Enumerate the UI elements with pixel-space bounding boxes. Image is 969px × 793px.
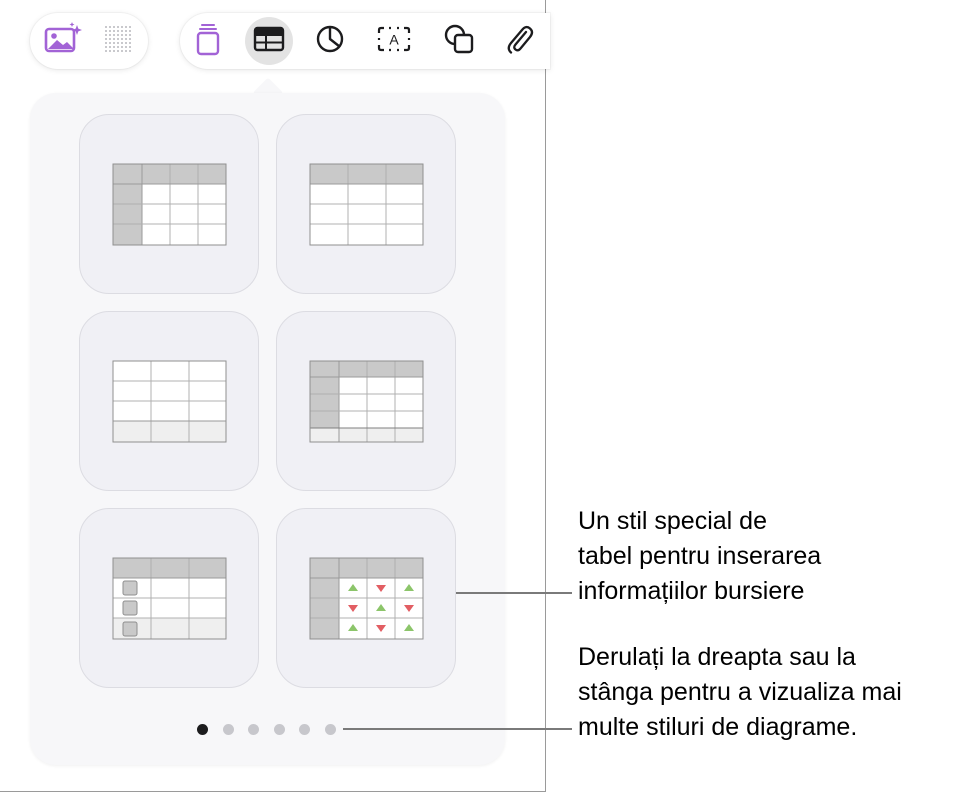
table-style-stock[interactable] [276,508,456,688]
table-icon [253,26,285,57]
page-dot-3[interactable] [248,724,259,735]
pie-chart-icon [315,24,345,59]
tab-tables[interactable] [245,17,293,65]
page-dot-5[interactable] [299,724,310,735]
page-dot-2[interactable] [222,724,234,735]
shapes-icon [443,23,475,60]
insert-popover-frame: A [0,0,550,792]
table-preview-plain [112,360,227,443]
table-style-checklist[interactable] [79,508,259,688]
scroll-hint-callout: Derulați la dreapta sau la stânga pentru… [578,643,902,741]
table-preview-header-row-column-footer [309,360,424,443]
table-style-header-row-and-column[interactable] [79,114,259,294]
paperclip-icon [504,23,534,60]
image-playground-button[interactable] [38,17,86,65]
drawing-button[interactable] [94,17,142,65]
tab-attachments[interactable] [495,17,543,65]
table-style-header-row-column-footer[interactable] [276,311,456,491]
dot-grid-icon [103,24,133,59]
stock-callout-leader [456,592,572,594]
page-dot-6[interactable] [324,724,336,735]
scroll-callout-leader [343,728,572,730]
page-dot-1[interactable] [197,724,208,735]
photo-sparkle-icon [40,21,84,62]
table-preview-stock [309,557,424,640]
table-style-plain[interactable] [79,311,259,491]
tab-shapes[interactable] [435,17,483,65]
tab-charts[interactable] [306,17,354,65]
text-box-glyph: A [389,31,399,47]
table-preview-header-row [309,163,424,246]
table-preview-header-row-and-column [112,163,227,246]
table-preview-checklist [112,557,227,640]
page-dot-4[interactable] [273,724,285,735]
text-box-icon: A [376,25,412,58]
table-style-header-row[interactable] [276,114,456,294]
stock-table-callout: Un stil special de tabel pentru inserare… [578,507,822,605]
document-stack-icon [193,22,223,61]
tab-document-pages[interactable] [184,17,232,65]
tab-text-box[interactable]: A [370,17,418,65]
